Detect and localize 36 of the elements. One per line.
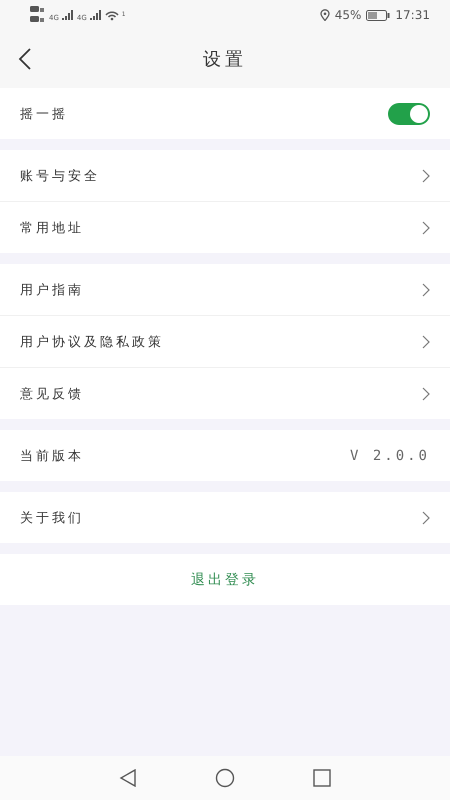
signal-icon xyxy=(62,10,74,20)
settings-row[interactable]: 用户指南 xyxy=(0,264,450,316)
chevron-icon xyxy=(422,510,430,524)
row-label: 当前版本 xyxy=(20,448,84,464)
row-label: 用户指南 xyxy=(20,282,84,298)
row-label: 意见反馈 xyxy=(20,386,84,402)
settings-row[interactable]: 意见反馈 xyxy=(0,368,450,419)
page-title: 设置 xyxy=(203,48,247,71)
back-triangle-icon[interactable] xyxy=(119,769,137,787)
chevron-icon xyxy=(422,282,430,296)
row-label: 常用地址 xyxy=(20,220,84,236)
back-icon[interactable] xyxy=(18,48,32,70)
wifi-icon xyxy=(104,9,119,21)
chevron-icon xyxy=(422,386,430,400)
row-label: 摇一摇 xyxy=(20,106,68,122)
chevron-icon xyxy=(422,168,430,182)
row-label: 关于我们 xyxy=(20,510,84,526)
home-circle-icon[interactable] xyxy=(215,768,235,788)
settings-row[interactable]: 账号与安全 xyxy=(0,150,450,202)
settings-row[interactable]: 用户协议及隐私政策 xyxy=(0,316,450,368)
chevron-icon xyxy=(422,220,430,234)
settings-row[interactable]: 常用地址 xyxy=(0,202,450,253)
sim-icon xyxy=(30,5,46,25)
battery-percent: 45% xyxy=(334,8,362,22)
row-label: 用户协议及隐私政策 xyxy=(20,334,164,350)
battery-icon xyxy=(366,10,390,20)
recents-square-icon[interactable] xyxy=(313,769,331,787)
chevron-icon xyxy=(422,334,430,348)
settings-row[interactable]: 关于我们 xyxy=(0,492,450,543)
row-label: 账号与安全 xyxy=(20,168,100,184)
version-value: V 2.0.0 xyxy=(350,448,430,464)
signal-icon xyxy=(90,10,102,20)
logout-button[interactable]: 退出登录 xyxy=(0,554,450,605)
location-icon xyxy=(320,9,330,21)
toggle-switch[interactable] xyxy=(388,102,430,124)
clock: 17:31 xyxy=(395,8,430,22)
